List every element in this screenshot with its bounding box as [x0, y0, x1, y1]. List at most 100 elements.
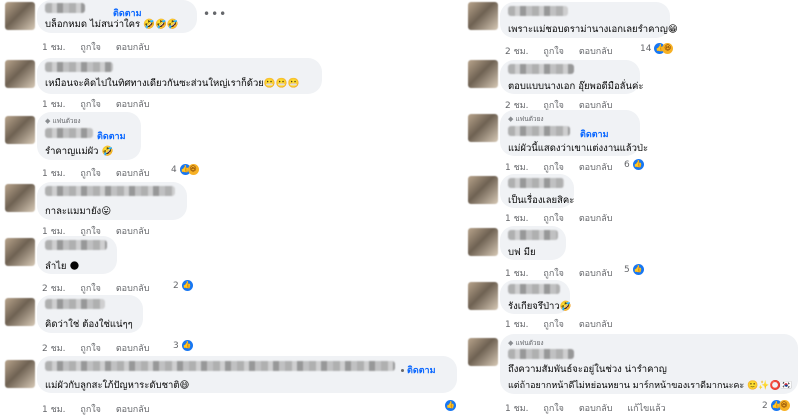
- comment: ◆ แฟนตัวยง ถึงความสัมพันธ์จะอยู่ในช่วง น…: [468, 334, 800, 417]
- avatar[interactable]: [468, 282, 498, 310]
- commenter-name[interactable]: [508, 178, 564, 188]
- comment-actions: 1 ชม. ถูกใจ ตอบกลับ: [505, 211, 624, 225]
- like-button[interactable]: ถูกใจ: [543, 214, 564, 224]
- reply-button[interactable]: ตอบกลับ: [116, 344, 150, 354]
- comment-text: เหมือนจะคิดไปในทิศทางเดียวกันซะส่วนใหญ่เ…: [45, 78, 300, 89]
- commenter-name[interactable]: [508, 6, 568, 16]
- commenter-name[interactable]: [45, 299, 105, 309]
- reaction-count[interactable]: 👍: [445, 400, 456, 411]
- avatar[interactable]: [468, 114, 498, 142]
- comment-text: แม่ผัวนี้แสดงว่าเขาแต่งงานแล้วป่ะ: [508, 143, 649, 154]
- comment-time: 1 ชม.: [42, 405, 66, 415]
- like-button[interactable]: ถูกใจ: [80, 344, 101, 354]
- comment-actions: 1 ชม. ถูกใจ ตอบกลับ: [42, 40, 161, 54]
- comment: รังเกียจรึป่าว🤣 1 ชม. ถูกใจ ตอบกลับ: [468, 280, 798, 330]
- fan-badge: ◆ แฟนตัวยง: [45, 116, 81, 126]
- avatar[interactable]: [468, 2, 498, 30]
- right-comment-column: เพราะแม่ชอบดราม่านางเอกเลยรำคาญ😁 2 ชม. ถ…: [465, 0, 800, 417]
- reaction-count[interactable]: 6 👍: [624, 159, 644, 170]
- comment-time: 1 ชม.: [505, 269, 529, 279]
- like-button[interactable]: ถูกใจ: [543, 163, 564, 173]
- like-button[interactable]: ถูกใจ: [543, 320, 564, 330]
- reaction-number: 3: [173, 341, 179, 351]
- reply-button[interactable]: ตอบกลับ: [116, 43, 150, 53]
- commenter-name[interactable]: [45, 186, 175, 196]
- commenter-name[interactable]: [45, 62, 113, 72]
- commenter-name[interactable]: [508, 230, 558, 240]
- avatar[interactable]: [468, 60, 498, 88]
- commenter-name[interactable]: [508, 64, 574, 74]
- reaction-count[interactable]: 4 👍😆: [171, 164, 199, 175]
- avatar[interactable]: [5, 298, 35, 326]
- more-options-icon[interactable]: •••: [203, 7, 227, 21]
- reaction-count[interactable]: 14 👍😆: [640, 43, 674, 54]
- avatar[interactable]: [5, 238, 35, 266]
- comment-bubble: กาละแมมายัง😛: [37, 182, 187, 220]
- like-button[interactable]: ถูกใจ: [80, 100, 101, 110]
- reply-button[interactable]: ตอบกลับ: [579, 214, 613, 224]
- comment-bubble: เหมือนจะคิดไปในทิศทางเดียวกันซะส่วนใหญ่เ…: [37, 58, 322, 94]
- avatar[interactable]: [5, 360, 35, 388]
- comment: เพราะแม่ชอบดราม่านางเอกเลยรำคาญ😁 2 ชม. ถ…: [468, 2, 798, 58]
- fan-badge-label: แฟนตัวยง: [515, 115, 544, 123]
- comment-actions: 1 ชม. ถูกใจ ตอบกลับ แก้ไขแล้ว: [505, 401, 678, 415]
- follow-button[interactable]: ติดตาม: [401, 363, 436, 377]
- comment-text: กาละแมมายัง😛: [45, 206, 112, 217]
- comment-time: 2 ชม.: [42, 284, 66, 294]
- reply-button[interactable]: ตอบกลับ: [116, 284, 150, 294]
- like-button[interactable]: ถูกใจ: [543, 47, 564, 57]
- avatar[interactable]: [5, 2, 35, 30]
- comment-actions: 2 ชม. ถูกใจ ตอบกลับ: [505, 44, 624, 58]
- commenter-name[interactable]: [45, 240, 107, 250]
- like-reaction-icon: 👍: [181, 340, 193, 351]
- reaction-count[interactable]: 5 👍: [624, 264, 644, 275]
- avatar[interactable]: [5, 116, 35, 144]
- reaction-count[interactable]: 2 👍😆: [762, 400, 790, 411]
- comment-actions: 2 ชม. ถูกใจ ตอบกลับ: [42, 281, 161, 295]
- commenter-name[interactable]: [508, 284, 560, 294]
- reaction-count[interactable]: 2 👍: [173, 280, 193, 291]
- avatar[interactable]: [468, 176, 498, 204]
- like-button[interactable]: ถูกใจ: [80, 284, 101, 294]
- fan-badge-label: แฟนตัวยง: [515, 339, 544, 347]
- comment-actions: 1 ชม. ถูกใจ ตอบกลับ: [42, 166, 161, 180]
- reply-button[interactable]: ตอบกลับ: [116, 405, 150, 415]
- comment-bubble: ◆ แฟนตัวยง ติดตาม แม่ผัวนี้แสดงว่าเขาแต่…: [500, 110, 648, 156]
- comment: ติดตาม แม่ผัวกับลูกสะใภ้ปัญหาระดับชาติ😄 …: [5, 356, 465, 417]
- comment-time: 2 ชม.: [42, 344, 66, 354]
- commenter-name[interactable]: [508, 349, 574, 359]
- reaction-count[interactable]: 3 👍: [173, 340, 193, 351]
- like-reaction-icon: 👍: [632, 159, 644, 170]
- commenter-name[interactable]: [508, 126, 570, 136]
- follow-button[interactable]: ติดตาม: [580, 127, 609, 141]
- avatar[interactable]: [5, 184, 35, 212]
- like-button[interactable]: ถูกใจ: [80, 169, 101, 179]
- reply-button[interactable]: ตอบกลับ: [579, 269, 613, 279]
- commenter-name[interactable]: [45, 3, 85, 13]
- comment-text: คิดว่าใช่ ต้องใช่แน่ๆๆ: [45, 319, 133, 330]
- reply-button[interactable]: ตอบกลับ: [579, 404, 613, 414]
- follow-button[interactable]: ติดตาม: [97, 129, 126, 143]
- avatar[interactable]: [468, 338, 498, 366]
- comment-text: ตอบแบบนางเอก อุ๊ยพอดีมือลั่นค่ะ: [508, 81, 644, 92]
- reply-button[interactable]: ตอบกลับ: [116, 100, 150, 110]
- like-button[interactable]: ถูกใจ: [543, 269, 564, 279]
- diamond-icon: ◆: [45, 117, 51, 125]
- like-button[interactable]: ถูกใจ: [543, 404, 564, 414]
- reply-button[interactable]: ตอบกลับ: [579, 320, 613, 330]
- like-reaction-icon: 👍: [632, 264, 644, 275]
- reply-button[interactable]: ตอบกลับ: [579, 47, 613, 57]
- haha-reaction-icon: 😆: [187, 164, 199, 175]
- avatar[interactable]: [468, 228, 498, 256]
- like-button[interactable]: ถูกใจ: [80, 43, 101, 53]
- commenter-name[interactable]: [45, 361, 395, 371]
- reaction-number: 14: [640, 44, 652, 54]
- reply-button[interactable]: ตอบกลับ: [116, 169, 150, 179]
- like-button[interactable]: ถูกใจ: [80, 405, 101, 415]
- comment-bubble: ตอบแบบนางเอก อุ๊ยพอดีมือลั่นค่ะ: [500, 60, 644, 94]
- reply-button[interactable]: ตอบกลับ: [579, 163, 613, 173]
- comment-time: 1 ชม.: [42, 100, 66, 110]
- avatar[interactable]: [5, 60, 35, 88]
- haha-reaction-icon: 😆: [778, 400, 790, 411]
- commenter-name[interactable]: [45, 128, 93, 138]
